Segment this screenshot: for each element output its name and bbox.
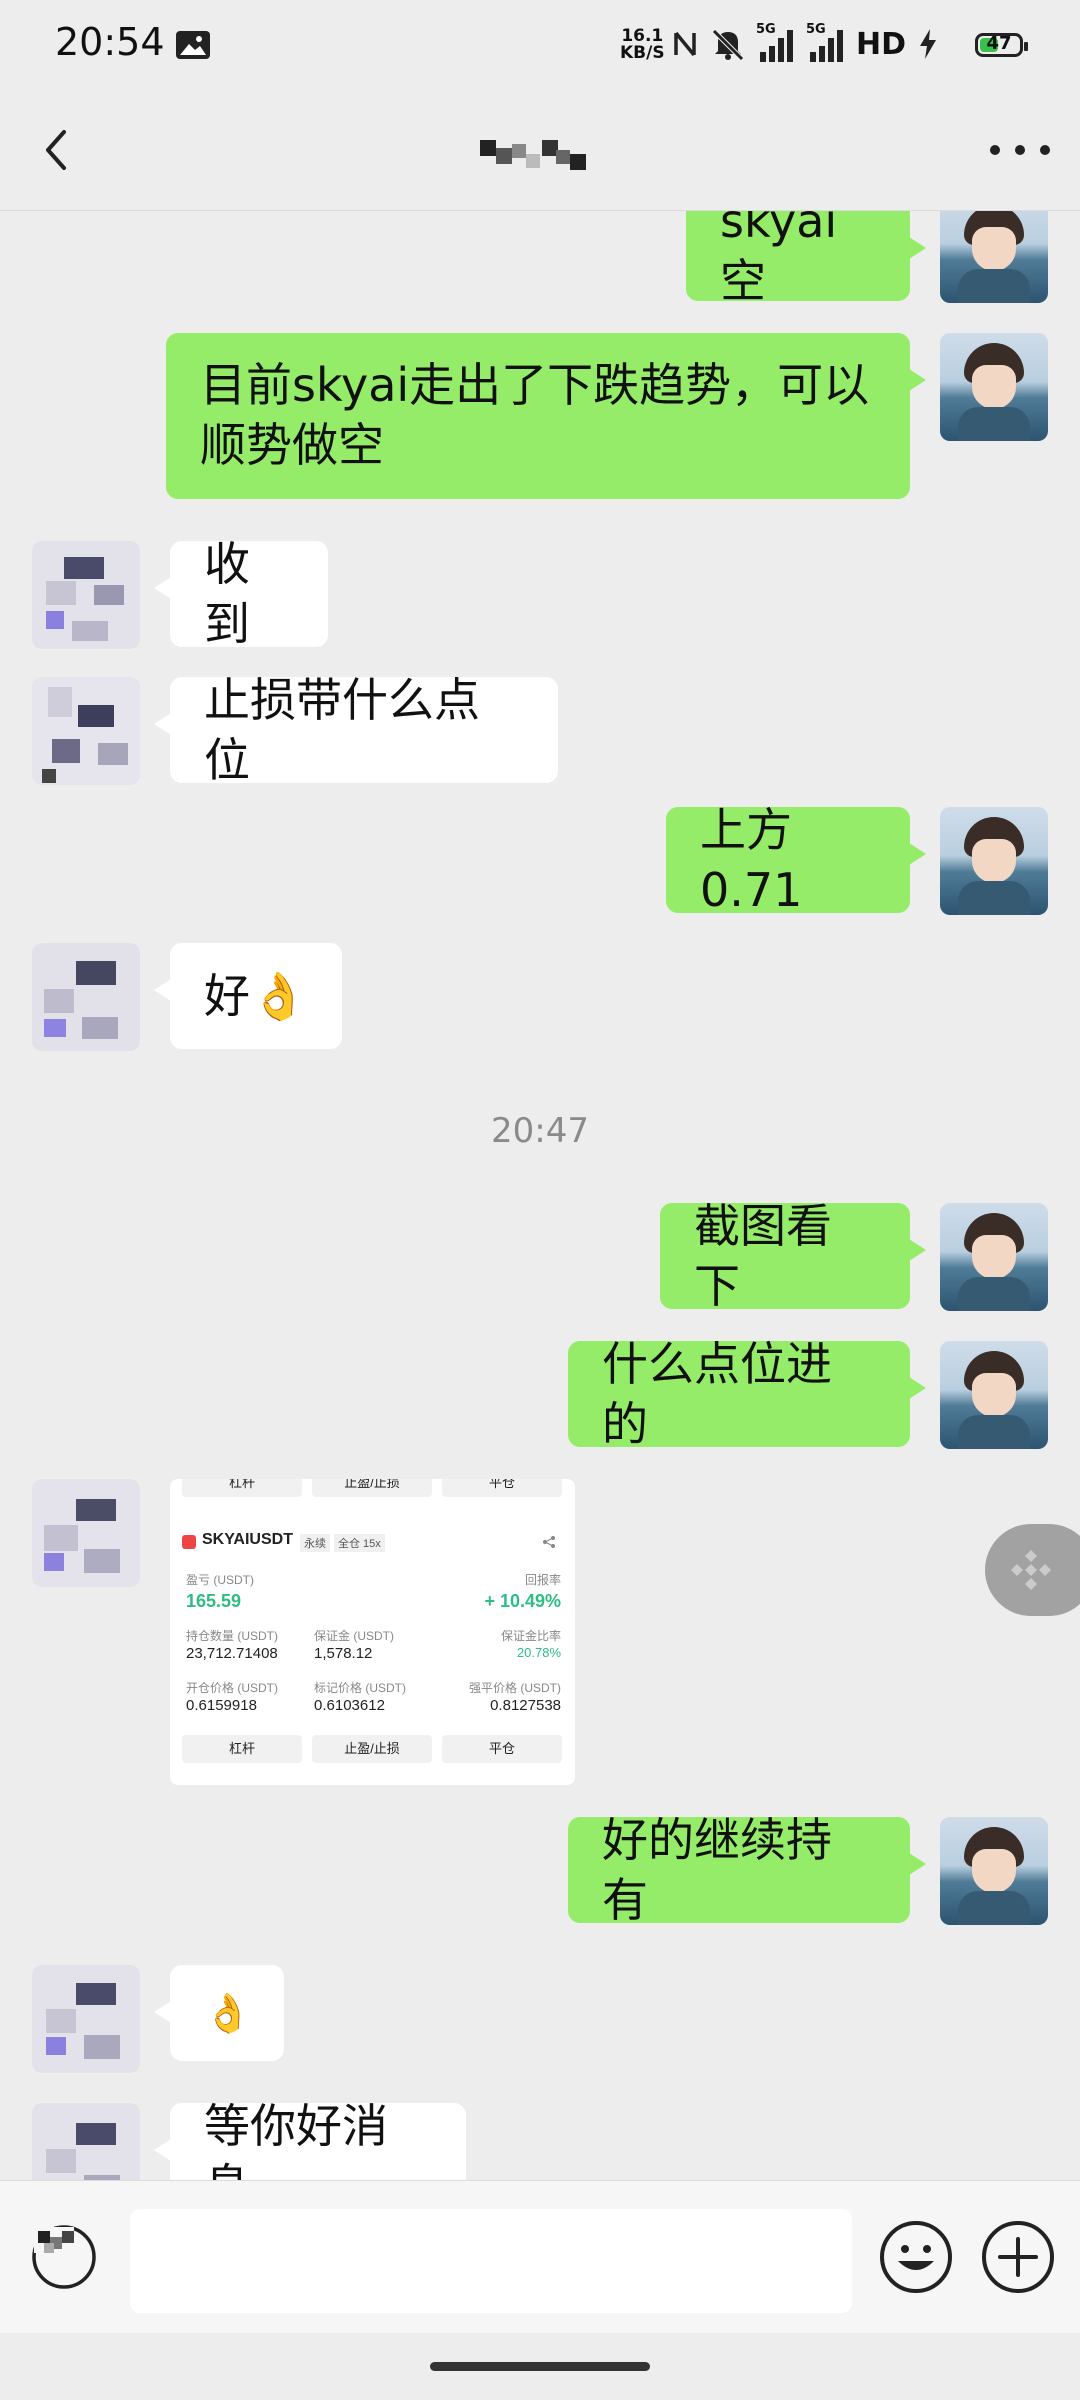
my-avatar[interactable] xyxy=(940,807,1048,915)
my-avatar[interactable] xyxy=(940,1203,1048,1311)
net-speed: 16.1 KB/S xyxy=(620,28,665,62)
mark-price-value: 0.6103612 xyxy=(314,1697,385,1714)
time-divider: 20:47 xyxy=(491,1111,589,1151)
signal-label-1: 5G xyxy=(756,22,776,37)
message-bubble-received[interactable]: 止损带什么点位 xyxy=(154,673,558,787)
chat-message-list[interactable]: skyai空 目前skyai走出了下跌趋势，可以 顺势做空 收到 止损带什么点位… xyxy=(0,211,1080,2181)
gallery-icon xyxy=(176,31,210,59)
contract-type: 永续 xyxy=(300,1534,330,1552)
message-bubble-received[interactable]: 👌 xyxy=(154,1965,284,2061)
plus-icon[interactable] xyxy=(980,2219,1056,2295)
message-text: 好👌 xyxy=(204,969,308,1023)
message-text: 什么点位进的 xyxy=(602,1337,832,1451)
margin-label: 保证金 (USDT) xyxy=(314,1629,394,1643)
my-avatar[interactable] xyxy=(940,1341,1048,1449)
message-bubble-sent[interactable]: 上方0.71 xyxy=(666,803,926,917)
message-bubble-sent[interactable]: 什么点位进的 xyxy=(568,1337,926,1451)
entry-price-value: 0.6159918 xyxy=(186,1697,257,1714)
hd-label: HD xyxy=(856,26,907,62)
voice-icon[interactable] xyxy=(30,2223,98,2291)
roi-label: 回报率 xyxy=(524,1573,561,1587)
margin-value: 1,578.12 xyxy=(314,1645,373,1662)
contact-avatar[interactable] xyxy=(32,677,140,785)
chat-header xyxy=(0,90,1080,211)
margin-ratio-value: 20.78% xyxy=(516,1645,561,1660)
contact-avatar[interactable] xyxy=(32,2103,140,2181)
message-text: 截图看下 xyxy=(694,1199,832,1313)
message-bubble-sent[interactable]: 目前skyai走出了下跌趋势，可以 顺势做空 xyxy=(166,333,926,499)
symbol-name: SKYAIUSDT xyxy=(202,1531,293,1548)
my-avatar[interactable] xyxy=(940,211,1048,303)
liq-price-label: 强平价格 (USDT) xyxy=(469,1681,561,1695)
close-position-button: 平仓 xyxy=(442,1479,562,1497)
chevron-left-icon[interactable] xyxy=(30,120,90,180)
roi-value: + 10.49% xyxy=(484,1591,561,1611)
status-icons: 5G 5G HD xyxy=(670,22,940,66)
margin-ratio-label: 保证金比率 xyxy=(500,1629,561,1643)
message-text-line-1: 目前skyai走出了下跌趋势，可以 xyxy=(200,358,870,412)
message-bubble-sent[interactable]: skyai空 xyxy=(686,211,926,308)
contact-avatar[interactable] xyxy=(32,1479,140,1587)
message-bubble-sent[interactable]: 截图看下 xyxy=(660,1199,926,1313)
message-bubble-received[interactable]: 等你好消息 xyxy=(154,2099,466,2181)
tp-sl-button: 止盈/止损 xyxy=(312,1735,432,1763)
message-text: 上方0.71 xyxy=(700,803,803,917)
my-avatar[interactable] xyxy=(940,1817,1048,1925)
battery-level: 47 xyxy=(986,33,1012,54)
liq-price-value: 0.8127538 xyxy=(490,1697,561,1714)
input-bar xyxy=(0,2180,1080,2333)
share-icon xyxy=(543,1536,555,1548)
more-dots-icon[interactable] xyxy=(990,130,1050,170)
leverage-button: 杠杆 xyxy=(182,1735,302,1763)
message-text: 止损带什么点位 xyxy=(204,673,480,787)
contact-avatar[interactable] xyxy=(32,541,140,649)
contact-avatar[interactable] xyxy=(32,943,140,1051)
battery-icon: 47 xyxy=(975,33,1028,57)
position-screenshot-image[interactable]: 杠杆 止盈/止损 平仓 SKYAIUSDT 永续 全仓 15x 盈亏 (USDT… xyxy=(170,1479,575,1785)
leverage-button: 杠杆 xyxy=(182,1479,302,1497)
mark-price-label: 标记价格 (USDT) xyxy=(314,1681,406,1695)
mute-icon xyxy=(712,29,744,61)
tp-sl-button: 止盈/止损 xyxy=(312,1479,432,1497)
diamond-logo-icon xyxy=(1011,1550,1051,1590)
status-bar: 20:54 16.1 KB/S 5G 5G HD 47 xyxy=(0,0,1080,90)
message-text: skyai空 xyxy=(720,211,838,308)
message-text: 👌 xyxy=(204,1991,252,2035)
message-text: 等你好消息 xyxy=(204,2099,388,2181)
charging-icon xyxy=(920,29,937,59)
contact-name-redacted xyxy=(480,140,592,170)
signal-icon-1: 5G xyxy=(756,22,796,62)
status-time: 20:54 xyxy=(55,20,165,64)
message-text-line-2: 顺势做空 xyxy=(200,418,384,472)
message-input[interactable] xyxy=(130,2209,852,2313)
floating-bubble-button[interactable] xyxy=(985,1524,1080,1616)
home-indicator[interactable] xyxy=(430,2362,650,2371)
emoji-icon[interactable] xyxy=(878,2219,954,2295)
margin-mode: 全仓 15x xyxy=(334,1534,385,1552)
size-value: 23,712.71408 xyxy=(186,1645,278,1662)
signal-label-2: 5G xyxy=(806,22,826,37)
message-bubble-received[interactable]: 好👌 xyxy=(154,943,342,1049)
pnl-value: 165.59 xyxy=(186,1591,242,1611)
net-speed-unit: KB/S xyxy=(620,43,665,63)
signal-icon-2: 5G xyxy=(806,22,846,62)
message-text: 好的继续持有 xyxy=(602,1813,832,1927)
my-avatar[interactable] xyxy=(940,333,1048,441)
nfc-icon xyxy=(674,31,696,57)
pnl-label: 盈亏 (USDT) xyxy=(186,1573,254,1587)
message-bubble-received[interactable]: 收到 xyxy=(154,537,328,651)
entry-price-label: 开仓价格 (USDT) xyxy=(186,1681,278,1695)
size-label: 持仓数量 (USDT) xyxy=(186,1629,278,1643)
close-position-button: 平仓 xyxy=(442,1735,562,1763)
symbol-icon xyxy=(182,1535,196,1549)
contact-avatar[interactable] xyxy=(32,1965,140,2073)
message-text: 收到 xyxy=(204,537,250,651)
message-bubble-sent[interactable]: 好的继续持有 xyxy=(568,1813,926,1927)
